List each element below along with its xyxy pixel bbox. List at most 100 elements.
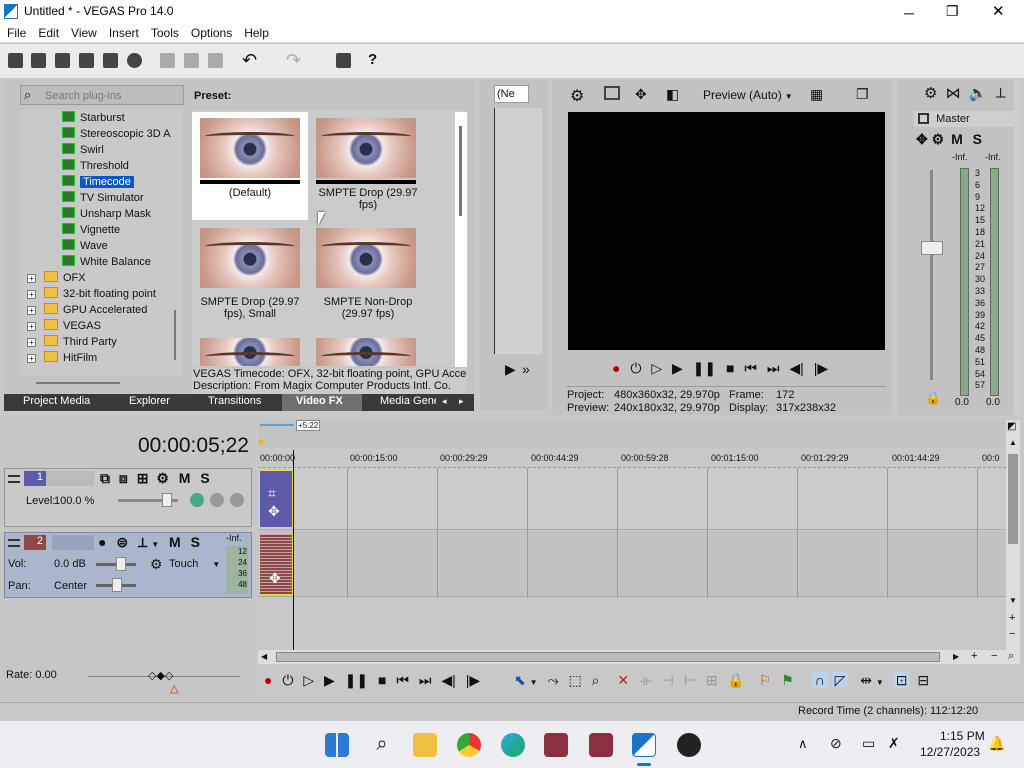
selection-tool-icon[interactable]: ⬚ [569,672,582,688]
trimmer-play-icon[interactable]: ▶ [505,361,516,378]
tree-folder-third-party[interactable]: + Third Party [27,335,117,348]
copy-snapshot-icon[interactable]: ❐ [856,86,869,103]
zoom-out-time-icon[interactable]: − [991,650,997,662]
master-move-icon[interactable]: ✥ [916,131,928,147]
tab-explorer[interactable]: Explorer [129,395,170,411]
event-crop-icon[interactable]: ⌗ [268,485,276,502]
track1-name-field[interactable] [46,471,94,486]
pause-icon[interactable]: ❚❚ [693,360,716,376]
scroll-right-icon[interactable]: ▶ [953,652,959,661]
play-from-start-icon[interactable]: ▷ [303,672,314,688]
scroll-down-icon[interactable]: ▼ [1009,596,1017,605]
pause-icon[interactable]: ❚❚ [345,672,368,688]
ripple-edit-icon[interactable]: ⇹ [860,672,872,688]
master-vscroll[interactable] [1014,80,1020,415]
track1-mute-button[interactable]: M [179,470,191,486]
play-icon[interactable]: ▶ [324,672,335,688]
invert-phase-icon[interactable]: ⊜ [116,534,128,550]
track-motion-icon[interactable]: ⧉ [100,470,110,486]
track1-minimize-icon[interactable] [8,475,20,483]
tree-hscroll[interactable] [36,382,120,384]
trimmer-play-next-icon[interactable]: » [522,361,530,377]
rate-thumb-icon[interactable]: ◇◆◇ [148,669,173,682]
slider-thumb[interactable] [112,578,122,592]
trim-end-icon[interactable]: ⊢ [684,672,696,688]
menu-help[interactable]: Help [237,23,274,40]
preset-smpte-non-drop[interactable]: SMPTE Non-Drop (29.97 fps) [310,222,426,330]
clock-date[interactable]: 12/27/2023 [920,745,980,759]
chevron-down-icon[interactable]: ▼ [530,678,538,687]
grid-icon[interactable]: ▦ [810,86,823,103]
delete-icon[interactable]: ✕ [617,672,629,688]
track2-name-field[interactable] [52,535,94,550]
scroll-thumb[interactable] [459,126,462,216]
winrar-2-icon[interactable] [589,733,613,757]
audio-event[interactable]: ✥ [259,533,293,595]
preview-quality-dropdown[interactable]: Preview (Auto) ▼ [688,88,793,102]
go-start-icon[interactable]: ⏮ [396,672,409,688]
scroll-up-icon[interactable]: ▲ [1009,438,1017,447]
menu-insert[interactable]: Insert [102,23,144,40]
vegas-taskbar-icon[interactable] [632,733,656,757]
auto-crossfade-icon[interactable]: ◸ [831,672,849,688]
trim-start-icon[interactable]: ⊣ [662,672,674,688]
slider-thumb[interactable] [116,557,126,571]
tree-vscroll[interactable] [174,310,176,360]
trim-icon[interactable]: ⟛ [639,672,652,688]
scroll-thumb[interactable] [1008,454,1018,544]
cut-icon[interactable] [160,53,175,68]
menu-tools[interactable]: Tools [144,23,184,40]
track2-minimize-icon[interactable] [8,539,20,547]
notification-bell-icon[interactable]: 🔔 [988,735,1005,752]
volume-icon[interactable]: ✗ [888,735,900,752]
go-start-icon[interactable]: ⏮ [744,360,757,376]
record-arm-icon[interactable]: ● [98,534,106,550]
preset-default[interactable]: (Default) [192,112,308,220]
trimmer-combo[interactable]: (Ne [494,85,529,103]
minimize-icon[interactable]: ─ [904,5,914,21]
chrome-icon[interactable] [457,733,481,757]
play-from-start-icon[interactable]: ▷ [651,360,662,376]
tree-item-unsharp-mask[interactable]: Unsharp Mask [62,207,151,220]
zoom-in-track-icon[interactable]: + [1009,612,1015,624]
preset-smpte-drop-small[interactable]: SMPTE Drop (29.97 fps), Small [192,222,308,330]
track2-pan-slider[interactable] [96,578,136,592]
record-icon[interactable]: ● [264,672,272,688]
taskbar-search-icon[interactable]: ⌕ [370,733,394,757]
track-fx-icon[interactable]: ⧈ [119,470,128,486]
preview-settings-icon[interactable]: ⚙ [570,86,584,106]
tray-chevron-icon[interactable]: ∧ [798,736,808,752]
tab-project-media[interactable]: Project Media [23,395,90,411]
next-frame-icon[interactable]: |▶ [466,672,480,688]
event-move-icon[interactable]: ✥ [269,570,281,587]
tree-item-vignette[interactable]: Vignette [62,223,120,236]
zoom-out-track-icon[interactable]: − [1009,628,1015,640]
save-as-icon[interactable] [79,53,94,68]
chevron-down-icon[interactable]: ▼ [151,540,159,549]
touch-mode-dropdown[interactable]: Touch ▼ [169,558,220,570]
stop-icon[interactable]: ■ [726,360,734,376]
new-icon[interactable] [8,53,23,68]
event-fx-icon[interactable]: ✥ [268,503,280,520]
stop-icon[interactable]: ■ [378,672,386,688]
zoom-tool-icon[interactable]: ⌕ [592,672,600,688]
tab-media-generators[interactable]: Media Gene [380,395,436,411]
track1-composite-icon[interactable] [190,493,204,507]
display-icon[interactable]: ▭ [862,735,875,752]
plugin-search-input[interactable]: ⌕ Search plug-ins [20,85,184,105]
preset-smpte-drop[interactable]: SMPTE Drop (29.97 fps) [310,112,426,220]
normal-edit-tool-icon[interactable]: ⬉ [514,672,526,688]
menu-options[interactable]: Options [184,23,237,40]
edge-icon[interactable] [501,733,525,757]
tab-video-fx[interactable]: Video FX [282,394,362,411]
track2-solo-button[interactable]: S [191,534,200,550]
track-settings-icon[interactable]: ⚙ [156,470,169,486]
network-icon[interactable]: ⊘ [830,735,842,752]
tab-left-icon[interactable]: ◂ [442,396,447,407]
tree-folder-gpu[interactable]: + GPU Accelerated [27,303,147,316]
tree-item-white-balance[interactable]: White Balance [62,255,151,268]
chevron-down-icon[interactable]: ▼ [876,678,884,687]
undo-icon[interactable]: ↶ [242,50,257,71]
track1-parent-icon[interactable] [210,493,224,507]
lock-icon[interactable]: 🔒 [727,672,744,688]
